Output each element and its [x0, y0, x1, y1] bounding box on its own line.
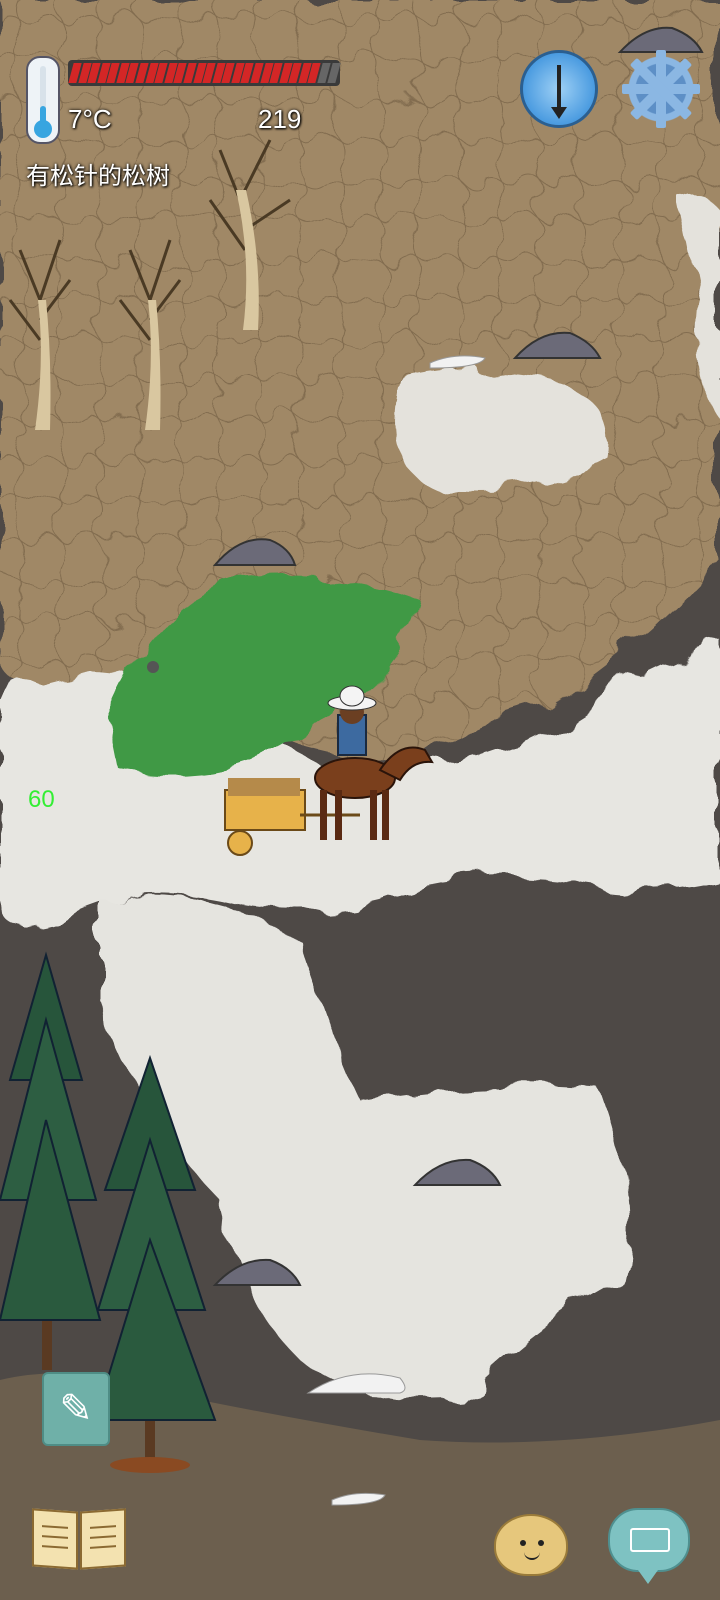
temperature-label: 7°C: [68, 104, 112, 134]
game-world[interactable]: [0, 0, 720, 1600]
food-counter: 219: [258, 104, 302, 134]
hovered-object-label: 有松针的松树: [26, 163, 170, 190]
terrain-map[interactable]: [0, 0, 720, 1600]
thermometer-icon: [26, 56, 60, 144]
open-book-icon[interactable]: [32, 1508, 128, 1572]
potato-face-icon[interactable]: [494, 1514, 568, 1576]
gear-icon[interactable]: [622, 50, 700, 128]
health-bar: [68, 60, 340, 86]
compass-icon[interactable]: [520, 50, 598, 128]
pencil-icon[interactable]: ✎: [42, 1372, 110, 1446]
fps-counter: 60: [28, 786, 55, 813]
keyboard-chat-icon[interactable]: [608, 1508, 690, 1584]
